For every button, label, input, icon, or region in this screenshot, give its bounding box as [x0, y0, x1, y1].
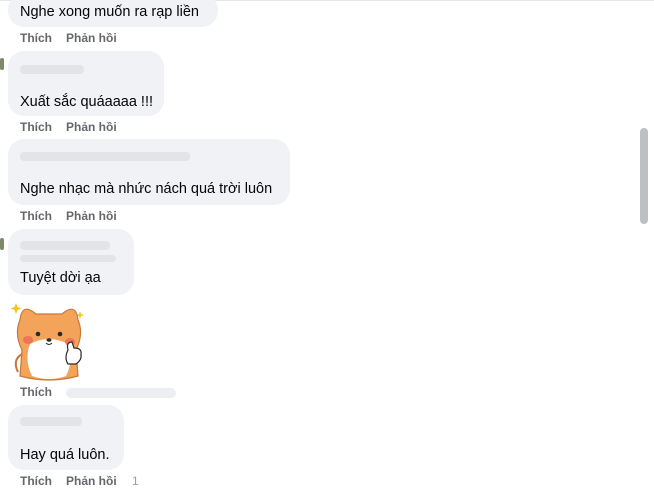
like-button[interactable]: Thích	[20, 385, 52, 399]
reply-button[interactable]: Phản hồi	[66, 209, 117, 223]
author-name-blurred[interactable]	[20, 65, 84, 74]
comment-text: Xuất sắc quáaaaa !!!	[20, 94, 154, 110]
author-name-blurred[interactable]	[20, 152, 190, 161]
reply-button[interactable]: Phản hồi	[66, 474, 117, 488]
comment-bubble: Nghe xong muốn ra rạp liền	[8, 0, 218, 27]
comment-bubble: Hay quá luôn.	[8, 405, 124, 470]
like-button[interactable]: Thích	[20, 31, 52, 45]
reply-button-blurred[interactable]	[66, 388, 176, 398]
author-subtitle-blurred	[20, 255, 116, 262]
like-button[interactable]: Thích	[20, 209, 52, 223]
comment-text: Nghe nhạc mà nhức nách quá trời luôn	[20, 181, 273, 197]
like-button[interactable]: Thích	[20, 120, 52, 134]
author-name-blurred[interactable]	[20, 417, 82, 426]
reply-button[interactable]: Phản hồi	[66, 120, 117, 134]
comment-bubble: Xuất sắc quáaaaa !!!	[8, 51, 164, 116]
like-button[interactable]: Thích	[20, 474, 52, 488]
comment-text: Nghe xong muốn ra rạp liền	[20, 4, 199, 20]
reply-button[interactable]: Phản hồi	[66, 31, 117, 45]
avatar[interactable]	[0, 58, 4, 70]
comment-bubble: Nghe nhạc mà nhức nách quá trời luôn	[8, 139, 290, 205]
avatar[interactable]	[0, 238, 4, 250]
comment-text: Hay quá luôn.	[20, 447, 110, 463]
comment-timestamp[interactable]: 1	[132, 474, 139, 488]
author-name-blurred[interactable]	[20, 241, 110, 250]
scrollbar-thumb[interactable]	[640, 128, 648, 224]
comment-text: Tuyệt dời ạa	[20, 270, 101, 286]
shiba-thumbs-up-sticker[interactable]	[8, 298, 90, 382]
comment-bubble: Tuyệt dời ạa	[8, 229, 134, 295]
